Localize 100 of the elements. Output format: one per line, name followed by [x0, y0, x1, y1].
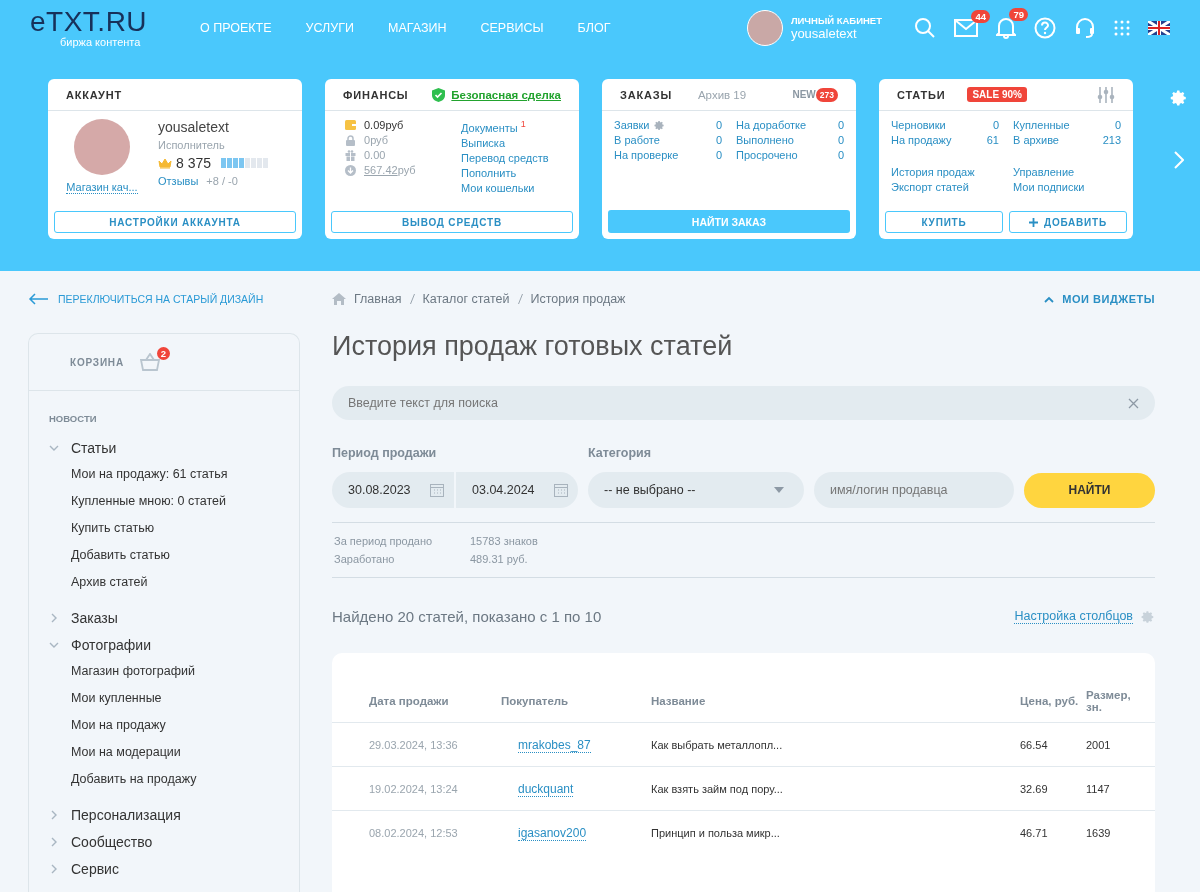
- orders-stat-link[interactable]: Выполнено: [736, 134, 794, 146]
- finance-link[interactable]: Выписка: [461, 136, 549, 149]
- breadcrumb-link[interactable]: Главная: [354, 292, 402, 306]
- orders-stat-link[interactable]: Заявки: [614, 119, 650, 131]
- column-settings-link[interactable]: Настройка столбцов: [1014, 609, 1133, 624]
- nav-link[interactable]: УСЛУГИ: [305, 21, 354, 35]
- menu-group[interactable]: Сервис: [49, 855, 299, 882]
- menu-item[interactable]: Мои на продажу: [49, 712, 299, 739]
- orders-stat-value: 0: [837, 119, 844, 131]
- basket-icon[interactable]: [139, 353, 160, 371]
- chevron-right-icon[interactable]: [1174, 151, 1184, 169]
- nav-link[interactable]: СЕРВИСЫ: [480, 21, 544, 35]
- seller-field[interactable]: имя/логин продавца: [814, 472, 1014, 508]
- orders-stat-link[interactable]: Просрочено: [736, 149, 798, 161]
- sale-badge[interactable]: SALE 90%: [967, 87, 1027, 102]
- cart-label[interactable]: КОРЗИНА: [70, 356, 124, 368]
- help-icon[interactable]: [1034, 17, 1056, 39]
- shop-link[interactable]: Магазин кач...: [66, 181, 138, 194]
- envelope-icon[interactable]: [954, 19, 978, 37]
- menu-item[interactable]: Мои на модерации: [49, 739, 299, 766]
- buyer-link[interactable]: mrakobes_87: [518, 737, 591, 753]
- finance-link[interactable]: Документы $^{1}$: [461, 119, 549, 134]
- bell-icon[interactable]: [996, 17, 1016, 39]
- menu-group[interactable]: Персонализация: [49, 801, 299, 828]
- sliders-icon[interactable]: [1097, 86, 1115, 103]
- articles-stat-link[interactable]: В архиве: [1013, 134, 1059, 146]
- breadcrumb-link[interactable]: Каталог статей: [422, 292, 510, 306]
- chevron-right-icon: [49, 836, 59, 847]
- articles-stat-link[interactable]: Черновики: [891, 119, 946, 131]
- settings-icon[interactable]: [1170, 89, 1188, 107]
- menu-group[interactable]: Заказы: [49, 604, 299, 631]
- buy-button[interactable]: КУПИТЬ: [885, 211, 1003, 233]
- articles-link[interactable]: История продаж: [891, 166, 999, 178]
- headset-icon[interactable]: [1074, 17, 1096, 39]
- finance-link[interactable]: Перевод средств: [461, 151, 549, 164]
- flag-icon[interactable]: [1148, 21, 1170, 35]
- site-logo[interactable]: eTXT.RU: [30, 8, 200, 36]
- breadcrumb-separator-icon: [409, 294, 415, 304]
- menu-item[interactable]: Магазин фотографий: [49, 658, 299, 685]
- plus-icon: [1028, 217, 1038, 227]
- search-field[interactable]: Введите текст для поиска: [332, 386, 1155, 420]
- calendar-icon[interactable]: [430, 483, 444, 497]
- menu-item[interactable]: Добавить на продажу: [49, 766, 299, 793]
- arrow-left-icon: [28, 293, 48, 305]
- table-cell-text: 32.69: [1020, 782, 1049, 795]
- menu-item[interactable]: Добавить статью: [49, 542, 299, 569]
- home-icon[interactable]: [332, 293, 346, 305]
- buyer-link[interactable]: duckquant: [518, 781, 574, 797]
- reviews-link[interactable]: Отзывы: [158, 175, 199, 187]
- date-to-field[interactable]: 03.04.2024: [456, 472, 578, 508]
- column-header: Цена, руб.: [1020, 694, 1080, 707]
- menu-item[interactable]: Мои на продажу: 61 статья: [49, 461, 299, 488]
- find-button[interactable]: НАЙТИ: [1024, 472, 1155, 508]
- my-widgets-toggle[interactable]: МОИ ВИДЖЕТЫ: [1044, 293, 1155, 305]
- search-icon[interactable]: [914, 17, 936, 39]
- menu-item[interactable]: Мои купленные: [49, 685, 299, 712]
- account-name: yousaletext: [158, 119, 230, 135]
- orders-stat-link[interactable]: В работе: [614, 134, 660, 146]
- orders-stat-link[interactable]: На доработке: [736, 119, 807, 131]
- buyer-link[interactable]: igasanov200: [518, 825, 587, 841]
- lock-icon: [345, 134, 356, 146]
- menu-group[interactable]: Фотографии: [49, 631, 299, 658]
- gear-icon[interactable]: [1141, 609, 1155, 624]
- articles-stat-value: 61: [986, 134, 999, 146]
- add-button[interactable]: ДОБАВИТЬ: [1009, 211, 1127, 233]
- calendar-icon[interactable]: [554, 483, 568, 497]
- gear-icon[interactable]: [653, 119, 665, 131]
- articles-link[interactable]: Управление: [1013, 166, 1121, 178]
- archive-link[interactable]: Архив 19: [697, 88, 747, 101]
- menu-item[interactable]: Купить статью: [49, 515, 299, 542]
- articles-stat-link[interactable]: На продажу: [891, 134, 952, 146]
- menu-group[interactable]: Сообщество: [49, 828, 299, 855]
- orders-stat-value: 0: [715, 119, 722, 131]
- breadcrumb-link[interactable]: История продаж: [530, 292, 626, 306]
- nav-link[interactable]: О ПРОЕКТЕ: [200, 21, 272, 35]
- menu-item[interactable]: Архив статей: [49, 569, 299, 596]
- old-design-link[interactable]: ПЕРЕКЛЮЧИТЬСЯ НА СТАРЫЙ ДИЗАЙН: [28, 289, 328, 309]
- withdraw-button[interactable]: ВЫВОД СРЕДСТВ: [331, 211, 573, 233]
- articles-link[interactable]: Экспорт статей: [891, 181, 999, 193]
- finance-link[interactable]: Пополнить: [461, 166, 549, 179]
- articles-stat-link[interactable]: Купленные: [1013, 119, 1070, 131]
- user-avatar[interactable]: [746, 10, 783, 46]
- date-from-field[interactable]: 30.08.2023: [332, 472, 454, 508]
- finance-link[interactable]: Мои кошельки: [461, 181, 549, 194]
- safe-deal-link[interactable]: Безопасная сделка: [451, 88, 561, 101]
- menu-item[interactable]: Купленные мною: 0 статей: [49, 488, 299, 515]
- news-link[interactable]: НОВОСТИ: [49, 413, 299, 424]
- find-order-button[interactable]: НАЙТИ ЗАКАЗ: [608, 210, 850, 233]
- category-dropdown[interactable]: -- не выбрано --: [588, 472, 804, 508]
- menu-group[interactable]: Статьи: [49, 434, 299, 461]
- nav-link[interactable]: МАГАЗИН: [388, 21, 447, 35]
- articles-link[interactable]: Мои подписки: [1013, 181, 1121, 193]
- orders-stat-link[interactable]: На проверке: [614, 149, 679, 161]
- balance-value: 0руб: [364, 134, 389, 146]
- nav-link[interactable]: БЛОГ: [577, 21, 611, 35]
- username[interactable]: yousaletext: [790, 26, 882, 41]
- apps-grid-icon[interactable]: [1114, 20, 1130, 36]
- account-settings-button[interactable]: НАСТРОЙКИ АККАУНТА: [54, 211, 296, 233]
- table-cell-text: Как взять займ под пору...: [651, 782, 784, 795]
- clear-icon[interactable]: [1128, 398, 1139, 409]
